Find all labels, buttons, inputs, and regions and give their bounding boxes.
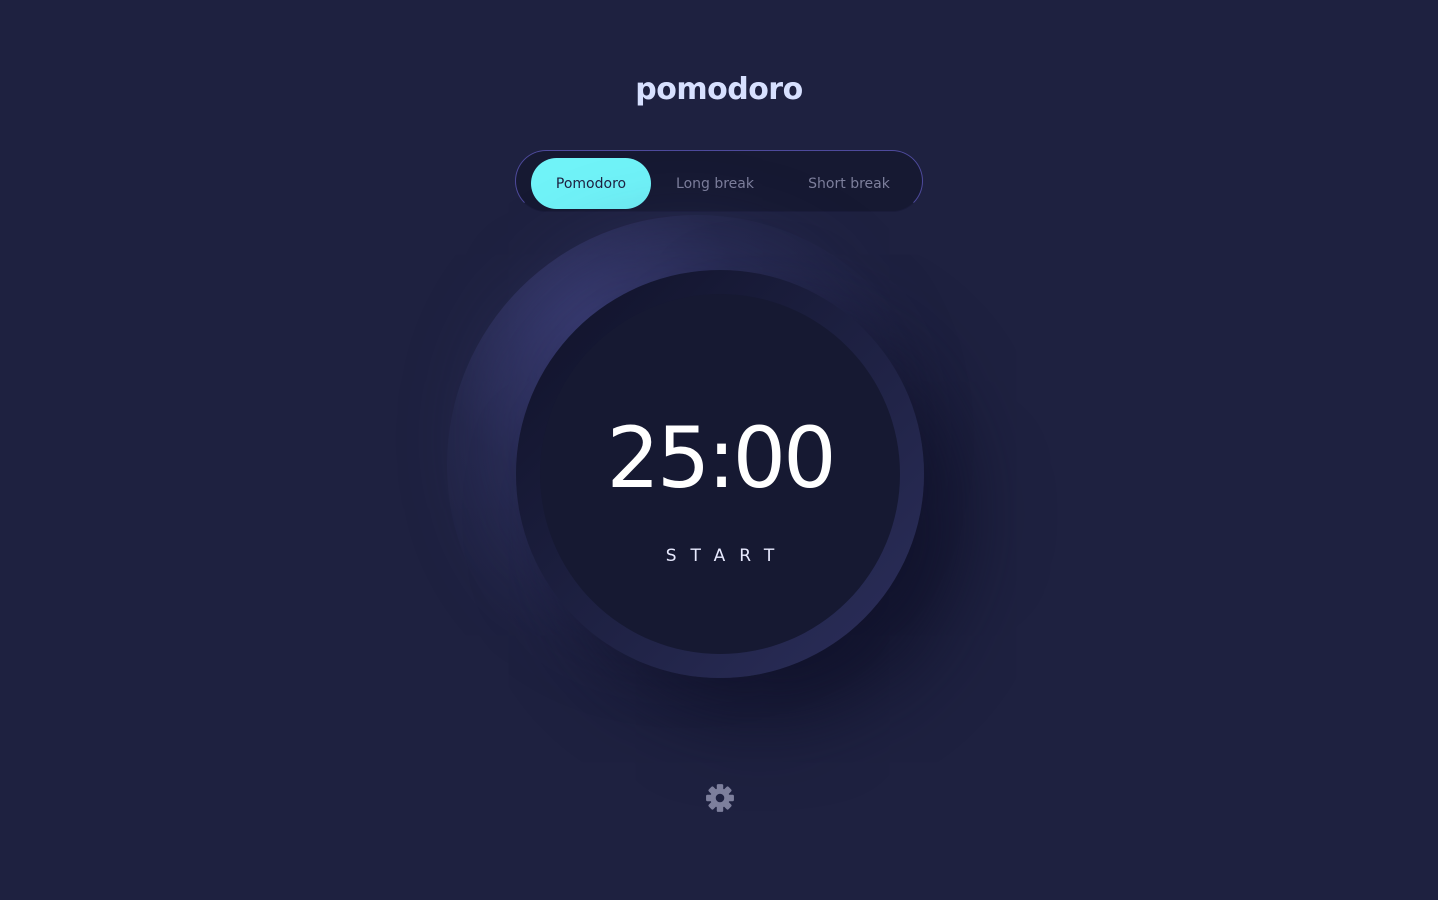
settings-button[interactable] [704, 782, 736, 814]
tab-pomodoro[interactable]: Pomodoro [531, 158, 651, 209]
tab-long-break[interactable]: Long break [656, 158, 774, 209]
mode-switcher: Pomodoro Long break Short break [515, 150, 923, 212]
app-title: pomodoro [635, 72, 803, 107]
timer-dial[interactable]: 25:00 START [516, 270, 924, 678]
gear-icon [706, 784, 734, 812]
tab-short-break[interactable]: Short break [784, 158, 914, 209]
start-button[interactable]: START [516, 546, 924, 566]
timer-display: 25:00 [606, 409, 836, 507]
